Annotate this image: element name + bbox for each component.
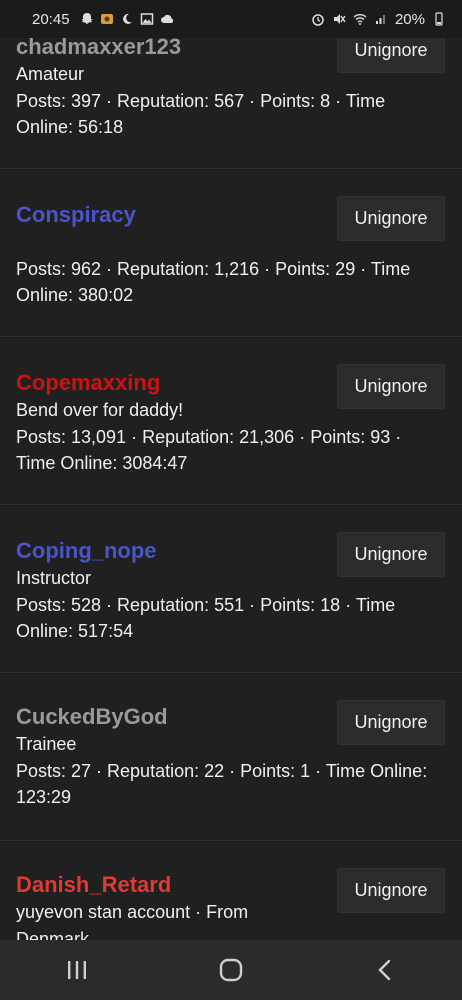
member-username[interactable]: Coping_nope xyxy=(16,538,157,564)
member-stats-line: Posts: 27 · Reputation: 22 · Points: 1 ·… xyxy=(16,761,428,781)
moon-icon xyxy=(122,13,132,24)
member-stats: Posts: 528 · Reputation: 551 · Points: 1… xyxy=(16,592,436,644)
wifi-icon xyxy=(353,14,367,25)
member-stats-line: Online: 517:54 xyxy=(16,621,134,641)
member-title: Instructor xyxy=(16,568,92,588)
member-stats-line: Posts: 962 · Reputation: 1,216 · Points:… xyxy=(16,259,411,279)
member-stats-line: 123:29 xyxy=(16,787,72,807)
unignore-button[interactable]: Unignore xyxy=(337,364,445,409)
member-title: yuyevon stan account · From xyxy=(16,902,249,922)
member-stats-line: Posts: 13,091 · Reputation: 21,306 · Poi… xyxy=(16,427,402,447)
status-time: 20:45 xyxy=(32,10,70,28)
recent-apps-icon xyxy=(68,961,86,979)
member-stats: Posts: 962 · Reputation: 1,216 · Points:… xyxy=(16,256,436,308)
member-stats-line: Time Online: 3084:47 xyxy=(16,453,188,473)
cloud-icon xyxy=(160,14,173,23)
member-title: Trainee xyxy=(16,734,77,754)
alarm-icon xyxy=(312,14,324,26)
home-button[interactable] xyxy=(201,950,261,990)
member-stats: Posts: 27 · Reputation: 22 · Points: 1 ·… xyxy=(16,758,436,810)
unignore-button[interactable]: Unignore xyxy=(337,700,445,745)
member-stats-line: Posts: 528 · Reputation: 551 · Points: 1… xyxy=(16,595,396,615)
unignore-button[interactable]: Unignore xyxy=(337,532,445,577)
back-icon xyxy=(378,959,391,981)
member-username[interactable]: CuckedByGod xyxy=(16,704,168,730)
member-row: CuckedByGod Trainee Posts: 27 · Reputati… xyxy=(0,674,462,841)
member-username[interactable]: Copemaxxing xyxy=(16,370,160,396)
gallery-icon xyxy=(140,13,153,25)
member-stats: Posts: 397 · Reputation: 567 · Points: 8… xyxy=(16,88,436,140)
member-title: Amateur xyxy=(16,64,85,84)
member-username[interactable]: Conspiracy xyxy=(16,202,136,228)
home-icon xyxy=(219,958,243,982)
signal-icon xyxy=(375,15,385,24)
status-bar: 20:45 20% xyxy=(0,0,462,38)
unignore-button[interactable]: Unignore xyxy=(337,868,445,913)
snapchat-icon xyxy=(81,13,93,24)
member-stats: Posts: 13,091 · Reputation: 21,306 · Poi… xyxy=(16,424,436,476)
member-username[interactable]: Danish_Retard xyxy=(16,872,171,898)
back-button[interactable] xyxy=(355,950,415,990)
photo-app-icon xyxy=(100,14,113,24)
battery-icon xyxy=(435,12,443,26)
member-stats-line: Posts: 397 · Reputation: 567 · Points: 8… xyxy=(16,91,386,111)
member-title: Bend over for daddy! xyxy=(16,400,184,420)
navigation-bar xyxy=(0,940,462,1000)
member-stats-line: Online: 380:02 xyxy=(16,285,134,305)
member-stats: Denmark xyxy=(16,926,436,940)
member-stats-line: Denmark xyxy=(16,929,90,940)
ignored-members-list[interactable]: chadmaxxer123 Amateur Posts: 397 · Reput… xyxy=(0,0,462,940)
member-row: Copemaxxing Bend over for daddy! Posts: … xyxy=(0,338,462,505)
unignore-button[interactable]: Unignore xyxy=(337,196,445,241)
recent-apps-button[interactable] xyxy=(47,950,107,990)
member-row: Conspiracy Posts: 962 · Reputation: 1,21… xyxy=(0,170,462,337)
battery-percent: 20% xyxy=(394,10,425,28)
member-row: Coping_nope Instructor Posts: 528 · Repu… xyxy=(0,506,462,673)
member-stats-line: Online: 56:18 xyxy=(16,117,124,137)
member-row: Danish_Retard yuyevon stan account · Fro… xyxy=(0,842,462,940)
mute-icon xyxy=(333,14,346,24)
